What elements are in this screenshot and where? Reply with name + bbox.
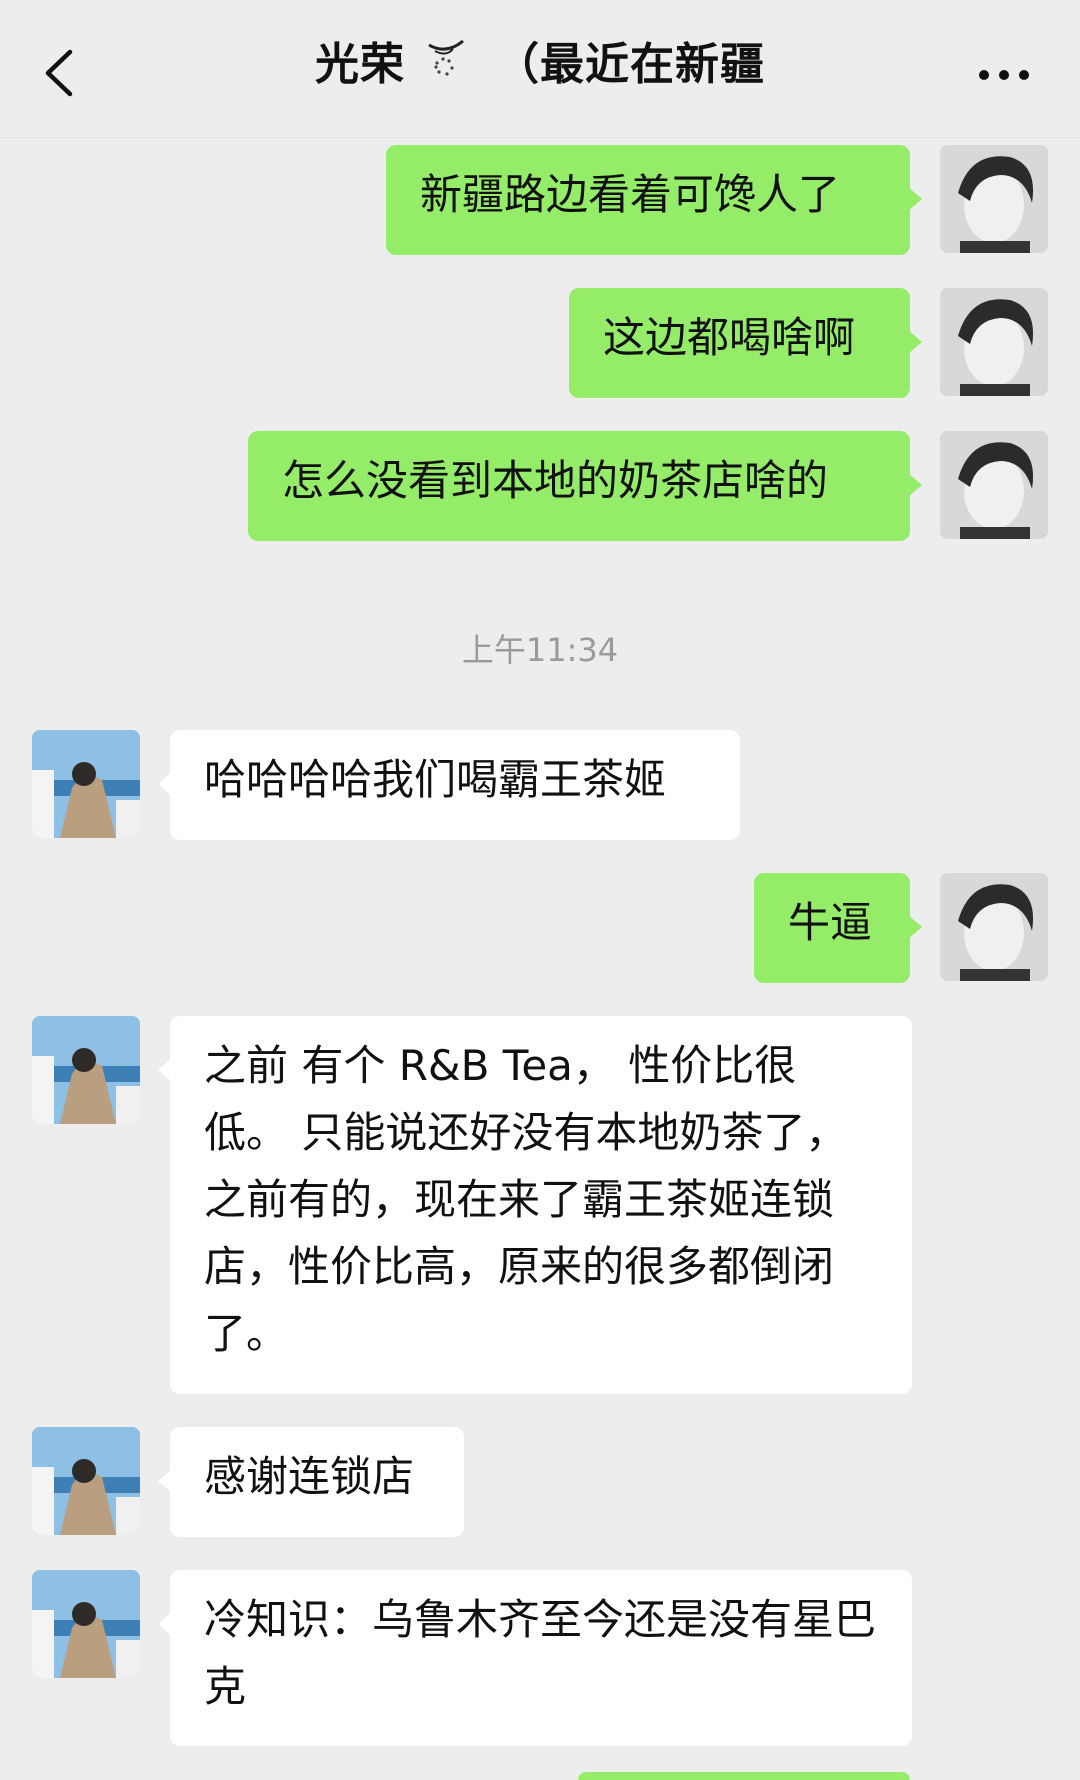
message-bubble-sent[interactable]: 牛逼: [754, 873, 922, 983]
chat-title: 光荣 （最近在新疆: [0, 28, 1080, 92]
message-timestamp: 上午11:34: [461, 631, 619, 669]
partial-bubble-edge: [578, 1772, 910, 1780]
message-bubble-received[interactable]: 哈哈哈哈我们喝霸王茶姬: [158, 730, 740, 840]
more-dots-icon[interactable]: [978, 68, 1030, 82]
contact-note: （最近在新疆: [495, 39, 765, 90]
friend-avatar[interactable]: [32, 1427, 140, 1535]
message-bubble-received[interactable]: 冷知识：乌鲁木齐至今还是没有星巴克: [158, 1570, 912, 1746]
my-avatar[interactable]: [940, 873, 1048, 981]
my-avatar[interactable]: [940, 431, 1048, 539]
friend-avatar[interactable]: [32, 1570, 140, 1678]
contact-name: 光荣: [315, 39, 405, 90]
message-bubble-sent[interactable]: 这边都喝啥啊: [569, 288, 922, 398]
message-bubble-received[interactable]: 之前 有个 R&B Tea， 性价比很低。 只能说还好没有本地奶茶了，之前有的，…: [158, 1016, 912, 1394]
friend-avatar[interactable]: [32, 730, 140, 838]
friend-avatar[interactable]: [32, 1016, 140, 1124]
my-avatar[interactable]: [940, 145, 1048, 253]
message-bubble-received[interactable]: 感谢连锁店: [158, 1427, 464, 1537]
chat-header: 光荣 （最近在新疆: [0, 0, 1080, 138]
message-bubble-sent[interactable]: 新疆路边看着可馋人了: [386, 145, 922, 255]
my-avatar[interactable]: [940, 288, 1048, 396]
message-bubble-sent[interactable]: 怎么没看到本地的奶茶店啥的: [248, 431, 922, 541]
seal-icon: [428, 39, 464, 76]
